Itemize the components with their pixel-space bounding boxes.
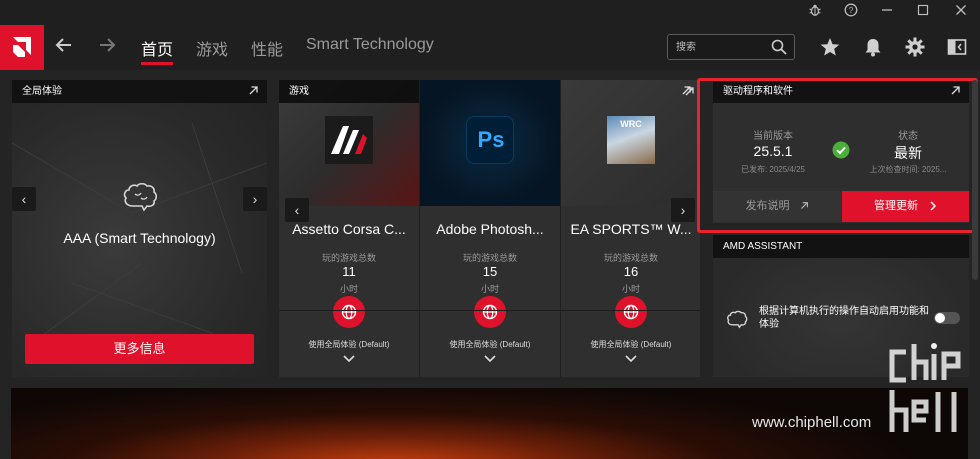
wrc-logo-text: WRC: [620, 119, 642, 129]
release-notes-label: 发布说明: [745, 200, 790, 212]
brain-icon: [727, 310, 748, 329]
photoshop-logo: Ps: [466, 116, 514, 164]
hours-unit: 小时: [621, 284, 640, 294]
hours-unit: 小时: [480, 284, 499, 294]
help-icon[interactable]: ?: [840, 3, 862, 21]
prev-slide-button[interactable]: ‹: [12, 187, 36, 211]
forward-arrow-icon[interactable]: [97, 35, 117, 59]
game-profile: 使用全局体验 (Default): [590, 340, 672, 349]
minimize-icon[interactable]: [876, 3, 898, 21]
game-tile-1[interactable]: ‹ Assetto Corsa C... 玩的游戏总数 11 小时 使用全局体验…: [279, 80, 419, 377]
hours-played: 11: [342, 264, 356, 279]
game-artwork: Ps: [420, 80, 560, 206]
game-tile-2[interactable]: Ps Adobe Photosh... 玩的游戏总数 15 小时 使用全局体验 …: [420, 80, 560, 377]
assistant-description: 根据计算机执行的操作自动启用功能和体验: [759, 306, 929, 330]
expand-icon[interactable]: [949, 85, 961, 97]
driver-status: 最新: [894, 145, 922, 161]
game-tile-3[interactable]: WRC › EA SPORTS™ W... 玩的游戏总数 16 小时 使用全局体…: [561, 80, 700, 377]
hours-played: 15: [482, 264, 498, 279]
game-profile: 使用全局体验 (Default): [308, 340, 390, 349]
divider: [279, 310, 419, 311]
release-notes-button[interactable]: 发布说明: [713, 191, 841, 222]
scrollbar[interactable]: [972, 80, 978, 280]
tab-active-indicator: [141, 62, 173, 65]
gear-icon[interactable]: [904, 36, 926, 58]
hours-unit: 小时: [339, 284, 358, 294]
svg-text:?: ?: [849, 6, 854, 15]
status-label: 状态: [898, 131, 918, 142]
last-checked: 上次检查时间: 2025...: [869, 165, 947, 174]
tab-games[interactable]: 游戏: [196, 36, 228, 60]
release-date: 已发布: 2025/4/25: [740, 165, 806, 174]
played-label: 玩的游戏总数: [462, 253, 517, 263]
games-title: 游戏: [289, 86, 309, 97]
amd-logo[interactable]: [0, 25, 44, 70]
games-card: 游戏 ‹ Assetto Corsa C... 玩的游戏总数 11 小时 使用全…: [279, 80, 700, 377]
manage-updates-button[interactable]: 管理更新: [842, 191, 969, 222]
star-icon[interactable]: [819, 36, 841, 58]
next-game-button[interactable]: ›: [671, 198, 695, 222]
game-title: EA SPORTS™ W...: [570, 221, 692, 237]
globe-icon[interactable]: [474, 296, 506, 328]
divider: [561, 310, 700, 311]
game-title: Assetto Corsa C...: [292, 221, 406, 237]
expand-icon[interactable]: [680, 85, 692, 97]
title-bar: ?: [0, 0, 980, 25]
prev-game-button[interactable]: ‹: [285, 198, 309, 222]
expand-icon[interactable]: [247, 85, 259, 97]
tab-home[interactable]: 首页: [141, 36, 173, 60]
top-nav: 首页 游戏 性能 Smart Technology: [0, 25, 980, 70]
divider: [420, 310, 560, 311]
chevron-down-icon[interactable]: [624, 354, 638, 364]
chevron-right-icon: [930, 201, 937, 211]
current-version-label: 当前版本: [753, 131, 793, 142]
tab-performance[interactable]: 性能: [251, 36, 283, 60]
games-header: 游戏: [279, 80, 419, 103]
assistant-header: AMD ASSISTANT: [713, 235, 969, 258]
played-label: 玩的游戏总数: [321, 253, 376, 263]
maximize-icon[interactable]: [912, 3, 934, 21]
sidebar-panel-icon[interactable]: [946, 36, 968, 58]
hours-played: 16: [623, 264, 639, 279]
assistant-title: AMD ASSISTANT: [723, 241, 803, 252]
profile-name: AAA (Smart Technology): [63, 230, 216, 246]
game-title: Adobe Photosh...: [436, 221, 544, 237]
watermark-url: www.chiphell.com: [752, 414, 872, 431]
amd-software-window: ? 首页 游戏 性能 Smart Technology 搜索 全局体验 ‹ › …: [0, 0, 980, 459]
chiphell-watermark-logo: [889, 343, 961, 432]
next-slide-button[interactable]: ›: [243, 187, 267, 211]
wrc-logo: WRC: [607, 116, 655, 164]
chevron-down-icon[interactable]: [483, 354, 497, 364]
driver-version: 25.5.1: [753, 143, 793, 159]
search-input[interactable]: [676, 39, 766, 55]
global-experience-title: 全局体验: [22, 86, 62, 97]
brain-icon: [123, 182, 158, 212]
globe-icon[interactable]: [333, 296, 365, 328]
external-link-icon: [800, 202, 808, 209]
bug-report-icon[interactable]: [804, 3, 826, 21]
checkmark-icon: [832, 141, 850, 159]
assistant-toggle[interactable]: [934, 312, 960, 324]
search-box: [667, 34, 795, 60]
game-profile: 使用全局体验 (Default): [449, 340, 531, 349]
chevron-down-icon[interactable]: [342, 354, 356, 364]
driver-software-card: 驱动程序和软件 当前版本 25.5.1 已发布: 2025/4/25 状态 最新…: [713, 80, 969, 223]
assetto-corsa-logo: [325, 116, 373, 164]
driver-header: 驱动程序和软件: [713, 80, 969, 103]
back-arrow-icon[interactable]: [54, 35, 74, 59]
driver-title: 驱动程序和软件: [723, 86, 793, 97]
global-experience-card: 全局体验 ‹ › AAA (Smart Technology) 更多信息: [12, 80, 267, 377]
globe-icon[interactable]: [615, 296, 647, 328]
global-experience-header: 全局体验: [12, 80, 267, 103]
tab-smart-technology[interactable]: Smart Technology: [306, 36, 434, 54]
close-icon[interactable]: [950, 3, 972, 21]
game-artwork: WRC: [561, 80, 700, 206]
toggle-knob: [935, 313, 945, 323]
photoshop-logo-text: Ps: [477, 127, 505, 152]
search-icon[interactable]: [770, 38, 788, 56]
bell-icon[interactable]: [862, 36, 884, 58]
more-info-button[interactable]: 更多信息: [25, 334, 254, 364]
played-label: 玩的游戏总数: [603, 253, 658, 263]
manage-updates-label: 管理更新: [873, 200, 918, 212]
